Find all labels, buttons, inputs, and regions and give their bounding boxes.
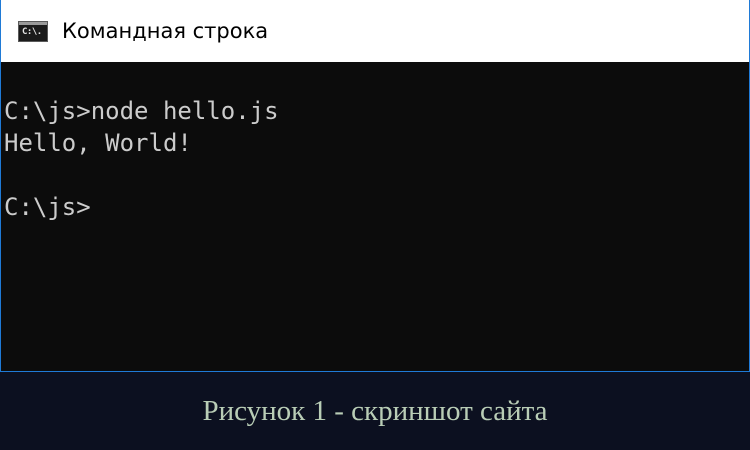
cmd-icon-bar <box>19 22 47 25</box>
console-output[interactable]: C:\js>node hello.js Hello, World! C:\js> <box>1 62 749 371</box>
window-title: Командная строка <box>62 19 269 43</box>
console-line-prompt: C:\js> <box>4 193 91 221</box>
cmd-icon-label: C:\. <box>22 27 42 37</box>
cmd-icon[interactable]: C:\. <box>18 21 48 42</box>
console-line-command: C:\js>node hello.js <box>4 97 279 125</box>
console-line-output: Hello, World! <box>4 129 192 157</box>
title-bar[interactable]: C:\. Командная строка <box>1 0 749 62</box>
figure-caption: Рисунок 1 - скриншот сайта <box>202 395 548 427</box>
command-prompt-window: C:\. Командная строка C:\js>node hello.j… <box>0 0 750 372</box>
